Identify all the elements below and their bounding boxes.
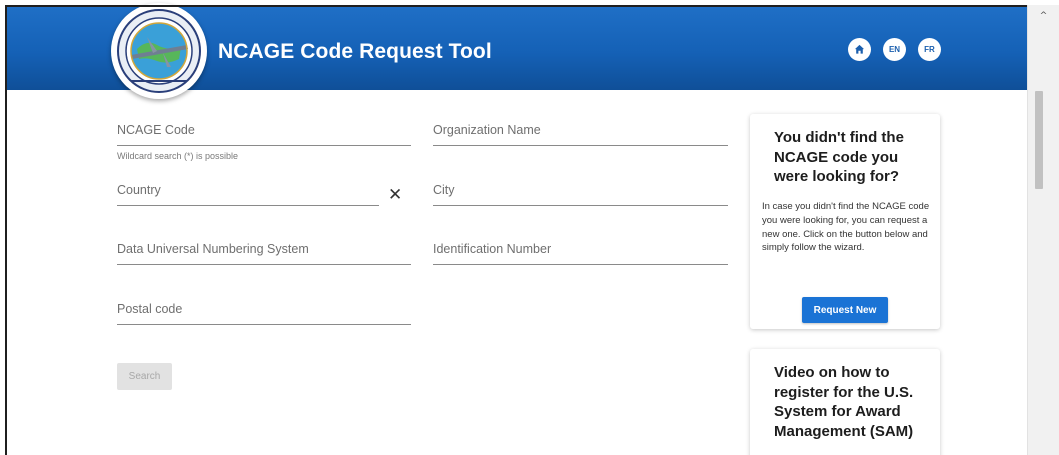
- postal-code-field[interactable]: Postal code: [117, 301, 411, 325]
- vertical-scrollbar[interactable]: ^: [1027, 5, 1059, 455]
- ncage-code-hint: Wildcard search (*) is possible: [117, 151, 239, 161]
- video-card: Video on how to register for the U.S. Sy…: [750, 349, 940, 455]
- identification-number-field[interactable]: Identification Number: [433, 241, 728, 265]
- not-found-card-text: In case you didn't find the NCAGE code y…: [762, 201, 930, 254]
- ncage-code-label: NCAGE Code: [117, 123, 195, 137]
- video-card-title[interactable]: Video on how to register for the U.S. Sy…: [774, 363, 924, 441]
- app-title: NCAGE Code Request Tool: [218, 40, 492, 63]
- organization-name-label: Organization Name: [433, 123, 541, 137]
- not-found-card: You didn't find the NCAGE code you were …: [750, 114, 940, 329]
- not-found-card-title: You didn't find the NCAGE code you were …: [774, 129, 904, 185]
- language-fr-button[interactable]: FR: [918, 38, 941, 61]
- home-icon: [854, 44, 865, 54]
- ncage-code-field[interactable]: NCAGE Code: [117, 122, 411, 146]
- duns-field[interactable]: Data Universal Numbering System: [117, 241, 411, 265]
- identification-number-label: Identification Number: [433, 242, 552, 256]
- country-label: Country: [117, 183, 161, 197]
- duns-label: Data Universal Numbering System: [117, 242, 309, 256]
- scroll-up-arrow-icon[interactable]: ^: [1028, 11, 1059, 21]
- request-new-button[interactable]: Request New: [802, 297, 888, 323]
- city-label: City: [433, 183, 455, 197]
- search-button[interactable]: Search: [117, 363, 172, 390]
- scrollbar-thumb[interactable]: [1035, 91, 1043, 189]
- clear-country-icon[interactable]: ✕: [388, 186, 402, 204]
- postal-code-label: Postal code: [117, 302, 183, 316]
- organization-name-field[interactable]: Organization Name: [433, 122, 728, 146]
- city-field[interactable]: City: [433, 182, 728, 206]
- app-window: NCAGE Code Request Tool EN FR NCAGE Code…: [0, 0, 1059, 455]
- country-field[interactable]: Country: [117, 182, 379, 206]
- emblem-icon: [117, 9, 201, 93]
- ncs-emblem-logo[interactable]: [111, 3, 207, 99]
- home-button[interactable]: [848, 38, 871, 61]
- language-en-button[interactable]: EN: [883, 38, 906, 61]
